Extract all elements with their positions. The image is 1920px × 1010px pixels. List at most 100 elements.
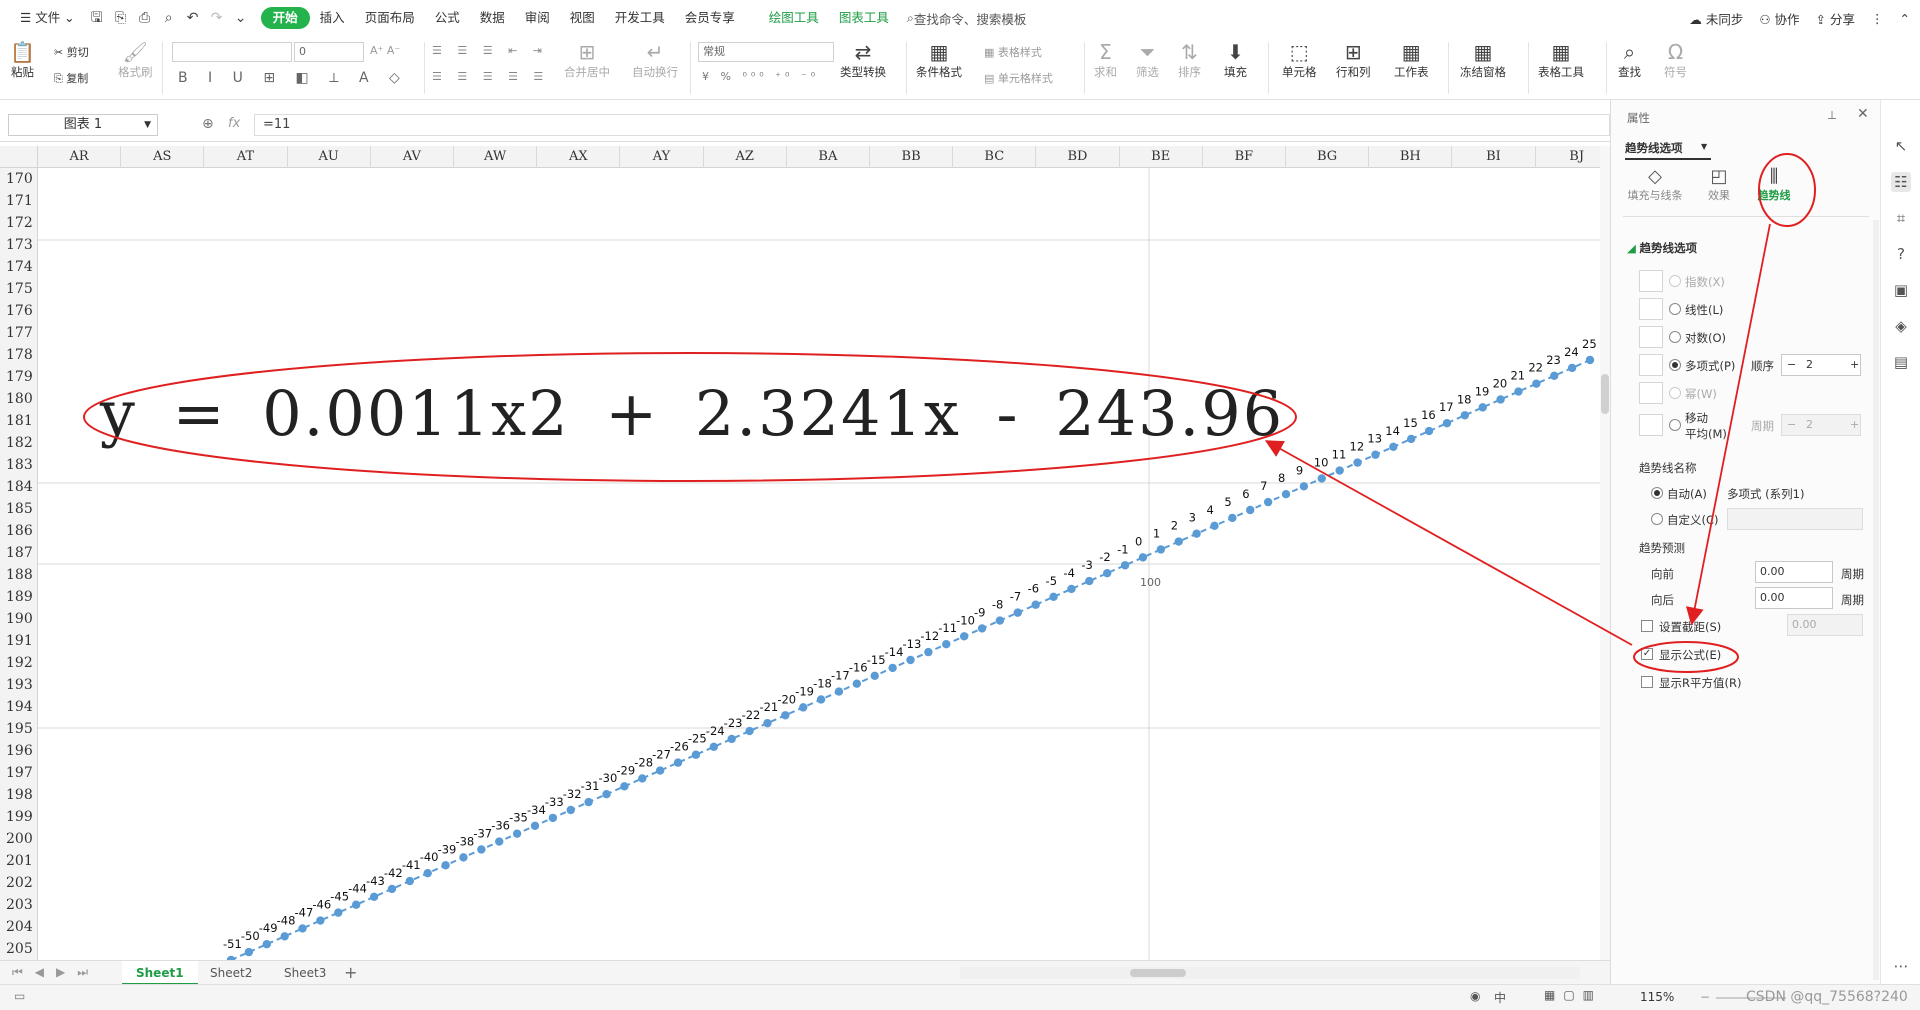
worksheet-button[interactable]: ▦ 工作表 bbox=[1394, 40, 1429, 80]
tab-home[interactable]: 开始 bbox=[260, 7, 310, 29]
merge-button[interactable]: ⊞ 合并居中 bbox=[564, 40, 610, 80]
filter-button[interactable]: ⏷ 筛选 bbox=[1136, 40, 1159, 80]
freeze-button[interactable]: ▦ 冻结窗格 bbox=[1460, 40, 1506, 80]
column-header-ar[interactable]: AR bbox=[38, 146, 122, 168]
checkbox-show-equation[interactable]: ✓ bbox=[1641, 648, 1653, 660]
column-header-av[interactable]: AV bbox=[371, 146, 454, 168]
cursor-icon[interactable]: ↖ bbox=[1891, 136, 1911, 156]
fill-button[interactable]: ⬇ 填充 bbox=[1224, 40, 1247, 80]
add-sheet-icon[interactable]: + bbox=[344, 963, 357, 982]
tab-member[interactable]: 会员专享 bbox=[675, 7, 745, 29]
print-icon[interactable]: ⎙ bbox=[136, 9, 154, 27]
column-header-az[interactable]: AZ bbox=[704, 146, 787, 168]
tab-review[interactable]: 审阅 bbox=[515, 7, 560, 29]
order-stepper[interactable]: − 2 + bbox=[1781, 354, 1861, 376]
undo-icon[interactable]: ↶ bbox=[184, 9, 202, 27]
number-buttons[interactable]: ¥ % ⁰⁰⁰ ⁺⁰ ⁻⁰ bbox=[702, 70, 819, 83]
collab-button[interactable]: ⚇ 协作 bbox=[1759, 9, 1799, 28]
table-tools-button[interactable]: ▦ 表格工具 bbox=[1538, 40, 1584, 80]
tab-effect[interactable]: ◰ 效果 bbox=[1697, 166, 1741, 203]
more-horiz-icon[interactable]: ⋯ bbox=[1891, 956, 1911, 976]
zoom-out-icon[interactable]: − bbox=[1700, 990, 1710, 1004]
tab-sheet1[interactable]: Sheet1 bbox=[122, 961, 198, 985]
row-header-193[interactable]: 193 bbox=[0, 674, 37, 696]
close-icon[interactable]: ✕ bbox=[1857, 106, 1869, 122]
share-button[interactable]: ⇪ 分享 bbox=[1816, 9, 1855, 28]
radio-log[interactable] bbox=[1669, 331, 1681, 343]
row-header-192[interactable]: 192 bbox=[0, 652, 37, 674]
paste-button[interactable]: 📋 粘贴 bbox=[10, 40, 35, 80]
chart-area[interactable]: 100-51-50-49-48-47-46-45-44-43-42-41-40-… bbox=[38, 168, 1600, 960]
row-header-185[interactable]: 185 bbox=[0, 498, 37, 520]
row-header-173[interactable]: 173 bbox=[0, 234, 37, 256]
cut-button[interactable]: ✂ 剪切 bbox=[54, 44, 89, 60]
horizontal-scrollbar[interactable] bbox=[960, 967, 1580, 979]
pin-icon[interactable]: ⊥ bbox=[1827, 108, 1837, 122]
column-header-at[interactable]: AT bbox=[204, 146, 288, 168]
minus-icon[interactable]: − bbox=[1787, 415, 1796, 435]
format-painter-button[interactable]: 🖌 格式刷 bbox=[118, 40, 153, 80]
column-header-bg[interactable]: BG bbox=[1286, 146, 1370, 168]
row-header-172[interactable]: 172 bbox=[0, 212, 37, 234]
name-box[interactable]: 图表 1 ▼ bbox=[8, 114, 158, 136]
column-header-ba[interactable]: BA bbox=[787, 146, 870, 168]
column-header-bi[interactable]: BI bbox=[1452, 146, 1536, 168]
horizontal-scroll-thumb[interactable] bbox=[1130, 969, 1186, 977]
minus-icon[interactable]: − bbox=[1787, 355, 1796, 375]
font-grow-icon[interactable]: A⁺ A⁻ bbox=[370, 44, 400, 57]
row-header-197[interactable]: 197 bbox=[0, 762, 37, 784]
column-header-au[interactable]: AU bbox=[288, 146, 371, 168]
find-button[interactable]: ⌕ 查找 bbox=[1618, 40, 1641, 80]
row-header-203[interactable]: 203 bbox=[0, 894, 37, 916]
tab-trendline[interactable]: ⫼ 趋势线 bbox=[1747, 166, 1801, 203]
font-name-select[interactable] bbox=[172, 42, 292, 62]
trendline-equation[interactable]: y = 0.0011x2 + 2.3241x - 243.96 bbox=[82, 353, 1302, 473]
tab-data[interactable]: 数据 bbox=[470, 7, 515, 29]
preview-icon[interactable]: ⌕ bbox=[160, 9, 178, 27]
custom-name-input[interactable] bbox=[1727, 508, 1863, 530]
row-header-179[interactable]: 179 bbox=[0, 366, 37, 388]
book-icon[interactable]: ▤ bbox=[1891, 352, 1911, 372]
type-convert-button[interactable]: ⇄ 类型转换 bbox=[840, 40, 886, 80]
checkbox-intercept[interactable] bbox=[1641, 620, 1653, 632]
row-header-194[interactable]: 194 bbox=[0, 696, 37, 718]
tab-chart-tools[interactable]: 图表工具 bbox=[829, 7, 899, 29]
row-header-171[interactable]: 171 bbox=[0, 190, 37, 212]
command-search[interactable]: ⌕ 查找命令、搜索模板 bbox=[907, 9, 1027, 28]
more-icon[interactable]: ⌄ bbox=[232, 9, 250, 27]
column-header-ay[interactable]: AY bbox=[620, 146, 704, 168]
tab-fill-line[interactable]: ◇ 填充与线条 bbox=[1621, 166, 1689, 203]
row-header-201[interactable]: 201 bbox=[0, 850, 37, 872]
column-header-bh[interactable]: BH bbox=[1369, 146, 1453, 168]
row-header-176[interactable]: 176 bbox=[0, 300, 37, 322]
radio-linear[interactable] bbox=[1669, 303, 1681, 315]
vertical-scrollbar[interactable] bbox=[1600, 146, 1610, 960]
intercept-input[interactable]: 0.00 bbox=[1787, 614, 1863, 636]
redo-icon[interactable]: ↷ bbox=[208, 9, 226, 27]
number-format-select[interactable]: 常规 bbox=[698, 42, 834, 62]
input-method-icon[interactable]: 中 bbox=[1494, 989, 1506, 1006]
radio-moving-average[interactable] bbox=[1669, 419, 1681, 431]
row-header-174[interactable]: 174 bbox=[0, 256, 37, 278]
column-header-bf[interactable]: BF bbox=[1203, 146, 1286, 168]
tab-page-layout[interactable]: 页面布局 bbox=[355, 7, 425, 29]
file-menu[interactable]: ☰ 文件 ⌄ bbox=[10, 7, 85, 29]
backward-input[interactable]: 0.00 bbox=[1755, 587, 1833, 609]
column-header-be[interactable]: BE bbox=[1120, 146, 1203, 168]
row-header-184[interactable]: 184 bbox=[0, 476, 37, 498]
row-header-177[interactable]: 177 bbox=[0, 322, 37, 344]
more-options-icon[interactable]: ⋮ bbox=[1871, 11, 1884, 26]
symbol-button[interactable]: Ω 符号 bbox=[1664, 40, 1687, 80]
row-header-190[interactable]: 190 bbox=[0, 608, 37, 630]
row-header-180[interactable]: 180 bbox=[0, 388, 37, 410]
row-header-196[interactable]: 196 bbox=[0, 740, 37, 762]
options-dropdown[interactable]: 趋势线选项 ▼ bbox=[1625, 136, 1711, 160]
export-icon[interactable]: ⎘ bbox=[112, 9, 130, 27]
tab-insert[interactable]: 插入 bbox=[310, 7, 355, 29]
font-size-select[interactable]: 0 bbox=[294, 42, 364, 62]
row-header-189[interactable]: 189 bbox=[0, 586, 37, 608]
sheet-grid[interactable]: 100 -51 -50 -49 -48 -47 -46 -45 -44 -43 -42 -41 -40-… bbox=[38, 168, 1600, 960]
forward-input[interactable]: 0.00 bbox=[1755, 561, 1833, 583]
plus-icon[interactable]: + bbox=[1850, 355, 1859, 375]
tab-formula[interactable]: 公式 bbox=[425, 7, 470, 29]
